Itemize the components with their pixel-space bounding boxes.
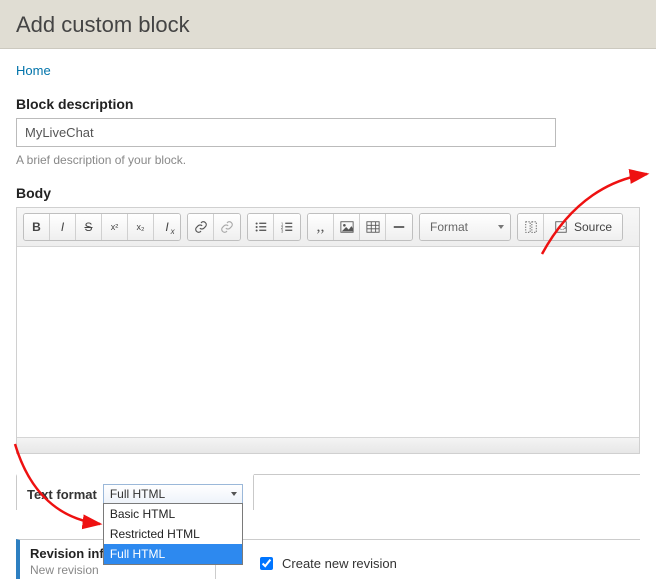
- toolbar-group-link: [187, 213, 241, 241]
- editor: B I S x² x₂ Ix: [16, 207, 640, 454]
- showblocks-icon: [524, 220, 538, 234]
- text-format-dropdown: Basic HTML Restricted HTML Full HTML: [103, 503, 243, 565]
- bulletlist-button[interactable]: [248, 214, 274, 240]
- revision-body: Create new revision: [256, 540, 397, 579]
- toolbar-group-text: B I S x² x₂ Ix: [23, 213, 181, 241]
- text-format-tab: Text format Full HTML Basic HTML Restric…: [16, 474, 254, 510]
- source-button[interactable]: <> Source: [544, 214, 622, 240]
- page-header: Add custom block: [0, 0, 656, 49]
- bold-button[interactable]: B: [24, 214, 50, 240]
- table-icon: [366, 220, 380, 234]
- strike-button[interactable]: S: [76, 214, 102, 240]
- unlink-button[interactable]: [214, 214, 240, 240]
- block-description-label: Block description: [16, 96, 640, 112]
- subscript-button[interactable]: x₂: [128, 214, 154, 240]
- revision-tab-subtitle: New revision: [30, 563, 205, 577]
- italic-button[interactable]: I: [50, 214, 76, 240]
- create-revision-label: Create new revision: [282, 556, 397, 571]
- numberlist-icon: 123: [280, 220, 294, 234]
- chevron-down-icon: [498, 225, 504, 229]
- hr-icon: [392, 220, 406, 234]
- editor-body[interactable]: [17, 247, 639, 437]
- content-area: Home Block description A brief descripti…: [0, 49, 656, 579]
- toolbar-group-insert: ,,: [307, 213, 413, 241]
- block-description-help: A brief description of your block.: [16, 153, 640, 167]
- link-button[interactable]: [188, 214, 214, 240]
- editor-toolbar: B I S x² x₂ Ix: [17, 208, 639, 247]
- text-format-option-restricted[interactable]: Restricted HTML: [104, 524, 242, 544]
- block-description-input[interactable]: [16, 118, 556, 147]
- svg-text:<>: <>: [558, 224, 568, 233]
- hr-button[interactable]: [386, 214, 412, 240]
- create-revision-checkbox[interactable]: [260, 557, 273, 570]
- bulletlist-icon: [254, 220, 268, 234]
- text-format-option-basic[interactable]: Basic HTML: [104, 504, 242, 524]
- showblocks-button[interactable]: [518, 214, 544, 240]
- image-icon: [340, 220, 354, 234]
- text-format-option-full[interactable]: Full HTML: [104, 544, 242, 564]
- removeformat-button[interactable]: Ix: [154, 214, 180, 240]
- editor-resize-handle[interactable]: [17, 437, 639, 453]
- quote-icon: ,,: [317, 222, 325, 232]
- toolbar-group-format: Format: [419, 213, 511, 241]
- page-title: Add custom block: [16, 12, 640, 38]
- numberlist-button[interactable]: 123: [274, 214, 300, 240]
- format-dropdown[interactable]: Format: [420, 214, 510, 240]
- format-dropdown-label: Format: [430, 220, 468, 234]
- text-format-section: Text format Full HTML Basic HTML Restric…: [16, 474, 640, 475]
- unlink-icon: [220, 220, 234, 234]
- blockquote-button[interactable]: ,,: [308, 214, 334, 240]
- toolbar-group-tools: <> Source: [517, 213, 623, 241]
- superscript-button[interactable]: x²: [102, 214, 128, 240]
- text-format-select[interactable]: Full HTML: [103, 484, 243, 504]
- image-button[interactable]: [334, 214, 360, 240]
- text-format-label: Text format: [27, 487, 97, 502]
- svg-text:3: 3: [281, 228, 284, 233]
- toolbar-group-list: 123: [247, 213, 301, 241]
- body-label: Body: [16, 185, 640, 201]
- link-icon: [194, 220, 208, 234]
- source-button-label: Source: [574, 220, 612, 234]
- source-icon: <>: [554, 220, 568, 234]
- table-button[interactable]: [360, 214, 386, 240]
- breadcrumb-home[interactable]: Home: [16, 63, 51, 78]
